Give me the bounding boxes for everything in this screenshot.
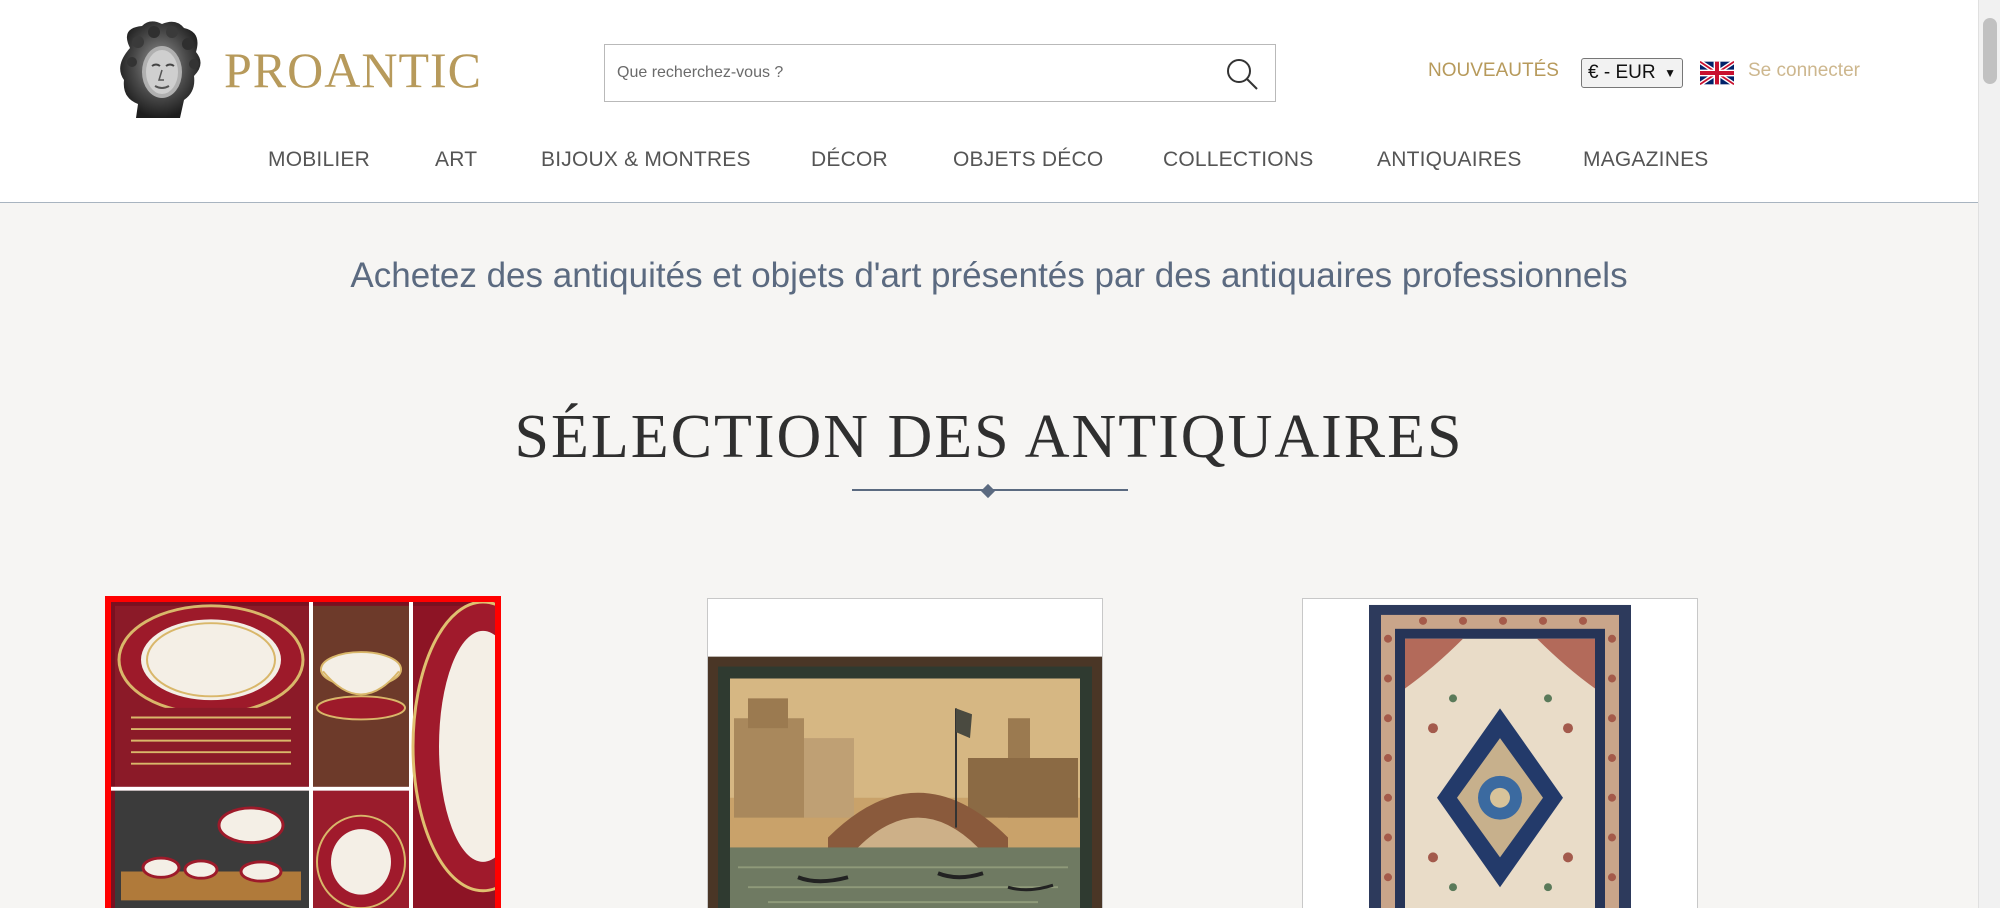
vertical-scrollbar[interactable] bbox=[1978, 0, 2000, 908]
login-link[interactable]: Se connecter bbox=[1748, 60, 1860, 82]
persian-rug-image bbox=[1303, 599, 1697, 908]
nav-item-decor[interactable]: DÉCOR bbox=[811, 148, 888, 172]
nav-item-collections[interactable]: COLLECTIONS bbox=[1163, 148, 1313, 172]
venice-canal-painting-image bbox=[708, 599, 1102, 908]
search-input[interactable] bbox=[617, 45, 1207, 101]
nav-item-bijoux-montres[interactable]: BIJOUX & MONTRES bbox=[541, 148, 751, 172]
new-arrivals-link[interactable]: NOUVEAUTÉS bbox=[1428, 60, 1559, 82]
currency-select[interactable]: € - EUR ▼ bbox=[1581, 58, 1683, 88]
product-card-painting[interactable] bbox=[707, 598, 1103, 908]
chevron-down-icon: ▼ bbox=[1664, 66, 1676, 80]
nav-item-antiquaires[interactable]: ANTIQUAIRES bbox=[1377, 148, 1522, 172]
product-card-rug[interactable] bbox=[1302, 598, 1698, 908]
logo-text: PROANTIC bbox=[224, 42, 483, 98]
page-tagline: Achetez des antiquités et objets d'art p… bbox=[350, 256, 1628, 295]
nav-item-art[interactable]: ART bbox=[435, 148, 477, 172]
nav-item-magazines[interactable]: MAGAZINES bbox=[1583, 148, 1708, 172]
nav-item-mobilier[interactable]: MOBILIER bbox=[268, 148, 370, 172]
bust-logo-icon bbox=[120, 21, 201, 118]
uk-flag-icon[interactable] bbox=[1700, 61, 1734, 85]
search-box bbox=[604, 44, 1276, 102]
currency-value: € - EUR bbox=[1588, 62, 1656, 83]
search-icon[interactable] bbox=[1223, 55, 1261, 93]
logo-link[interactable]: PROANTIC bbox=[110, 18, 482, 122]
title-divider-diamond bbox=[980, 483, 996, 499]
section-title: SÉLECTION DES ANTIQUAIRES bbox=[514, 403, 1464, 471]
scrollbar-thumb[interactable] bbox=[1983, 18, 1997, 84]
main-nav: MOBILIER ART BIJOUX & MONTRES DÉCOR OBJE… bbox=[0, 148, 1978, 178]
product-card-porcelain[interactable] bbox=[105, 596, 501, 908]
site-header: PROANTIC NOUVEAUTÉS € - EUR ▼ Se connect… bbox=[0, 0, 1978, 203]
nav-item-objets-deco[interactable]: OBJETS DÉCO bbox=[953, 148, 1103, 172]
porcelain-dinner-service-image bbox=[111, 602, 495, 908]
